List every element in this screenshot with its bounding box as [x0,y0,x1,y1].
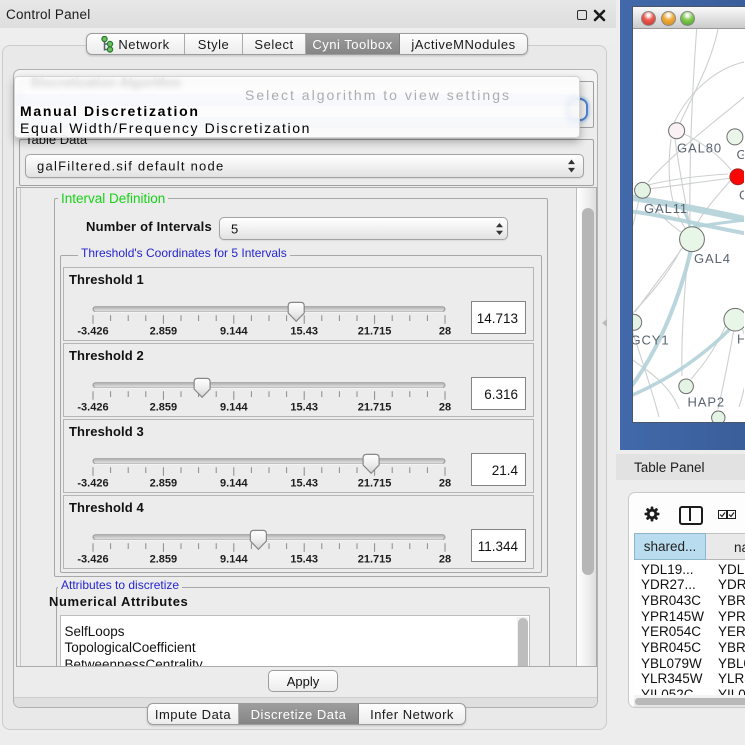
svg-text:-3.426: -3.426 [77,402,108,414]
svg-text:2.859: 2.859 [150,478,178,490]
svg-text:GAL11: GAL11 [644,201,688,216]
svg-text:15.43: 15.43 [290,478,318,490]
svg-text:28: 28 [439,402,451,414]
svg-text:GA: GA [737,147,745,162]
svg-text:HAP2: HAP2 [688,395,726,410]
svg-text:15.43: 15.43 [290,554,318,566]
svg-text:21.715: 21.715 [358,326,392,338]
svg-text:H: H [737,332,744,347]
svg-text:9.144: 9.144 [220,478,248,490]
svg-text:21.715: 21.715 [358,554,392,566]
svg-text:9.144: 9.144 [220,554,248,566]
svg-text:21.715: 21.715 [358,478,392,490]
svg-text:GCY1: GCY1 [633,333,670,348]
svg-text:9.144: 9.144 [220,402,248,414]
svg-text:28: 28 [439,554,451,566]
svg-text:9.144: 9.144 [220,326,248,338]
svg-text:28: 28 [439,478,451,490]
svg-text:2.859: 2.859 [150,402,178,414]
svg-text:-3.426: -3.426 [77,326,108,338]
svg-text:2.859: 2.859 [150,326,178,338]
svg-text:15.43: 15.43 [290,402,318,414]
svg-text:21.715: 21.715 [358,402,392,414]
svg-text:C: C [739,188,744,203]
svg-text:-3.426: -3.426 [77,554,108,566]
svg-text:15.43: 15.43 [290,326,318,338]
svg-text:28: 28 [439,326,451,338]
svg-text:GAL4: GAL4 [694,251,731,266]
svg-text:GAL80: GAL80 [677,141,722,156]
svg-text:2.859: 2.859 [150,554,178,566]
svg-text:-3.426: -3.426 [77,478,108,490]
